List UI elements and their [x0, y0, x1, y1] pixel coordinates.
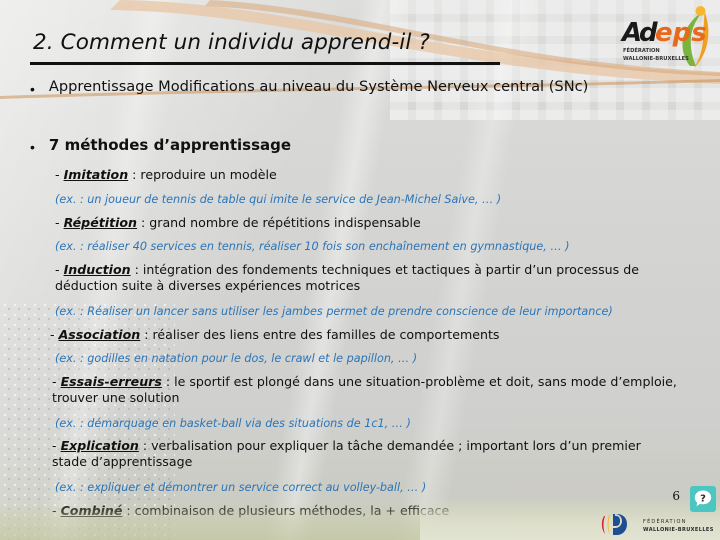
method-item-induction: - Induction : intégration des fondements… — [55, 262, 680, 294]
bullet-marker-icon: • — [30, 139, 35, 155]
method-example-association: (ex. : godilles en natation pour le dos,… — [55, 352, 418, 365]
fwb-line-2: WALLONIE-BRUXELLES — [643, 527, 714, 533]
bullet-marker-icon: • — [30, 81, 35, 97]
method-example-essais-erreurs: (ex. : démarquage en basket-ball via des… — [55, 417, 411, 430]
method-item-explication: - Explication : verbalisation pour expli… — [52, 438, 677, 470]
slide-canvas: A d eps FÉDÉRATION WALLONIE-BRUXELLES 2.… — [0, 0, 720, 540]
method-item-imitation: - Imitation : reproduire un modèle — [55, 167, 675, 183]
method-dash: - — [52, 438, 61, 453]
bullet-item-1: • Apprentissage Modifications au niveau … — [30, 78, 588, 96]
method-name-induction: Induction — [63, 262, 131, 277]
method-dash: - — [55, 215, 64, 230]
method-dash: - — [50, 327, 59, 342]
method-description: : réaliser des liens entre des familles … — [140, 327, 500, 342]
method-item-essais-erreurs: - Essais-erreurs : le sportif est plongé… — [52, 374, 680, 406]
bullet-text-1: Apprentissage Modifications au niveau du… — [48, 78, 589, 95]
method-description: : verbalisation pour expliquer la tâche … — [52, 438, 641, 470]
federation-wallonie-bruxelles-logo: FÉDÉRATION WALLONIE-BRUXELLES — [601, 514, 714, 535]
method-description: : grand nombre de répétitions indispensa… — [137, 215, 421, 230]
method-description: : reproduire un modèle — [128, 167, 277, 182]
fwb-line-1: FÉDÉRATION — [643, 517, 687, 525]
bullet-item-2: • 7 méthodes d’apprentissage — [30, 136, 291, 154]
method-name-repetition: Répétition — [63, 215, 138, 230]
method-item-association: - Association : réaliser des liens entre… — [50, 327, 675, 343]
method-name-combine: Combiné — [60, 503, 123, 518]
slide-content: • Apprentissage Modifications au niveau … — [0, 0, 720, 540]
question-mark-speech-bubble-icon: ? — [694, 490, 712, 507]
help-button[interactable]: ? — [690, 486, 716, 512]
method-name-association: Association — [58, 327, 141, 342]
method-dash: - — [52, 374, 61, 389]
svg-text:?: ? — [700, 493, 706, 504]
method-description: : intégration des fondements techniques … — [55, 262, 639, 294]
method-dash: - — [55, 167, 64, 182]
method-dash: - — [55, 262, 64, 277]
bullet-text-2: 7 méthodes d’apprentissage — [48, 136, 292, 154]
method-example-imitation: (ex. : un joueur de tennis de table qui … — [55, 193, 502, 206]
method-item-repetition: - Répétition : grand nombre de répétitio… — [55, 215, 675, 231]
method-name-explication: Explication — [60, 438, 139, 453]
page-number: 6 — [672, 489, 680, 503]
method-example-explication: (ex. : expliquer et démontrer un service… — [55, 481, 427, 494]
method-example-induction: (ex. : Réaliser un lancer sans utiliser … — [55, 305, 613, 318]
method-name-essais-erreurs: Essais-erreurs — [60, 374, 162, 389]
method-dash: - — [52, 503, 61, 518]
method-name-imitation: Imitation — [63, 167, 129, 182]
method-item-combine: - Combiné : combinaison de plusieurs mét… — [52, 503, 677, 519]
method-example-repetition: (ex. : réaliser 40 services en tennis, r… — [55, 240, 570, 253]
method-description: : combinaison de plusieurs méthodes, la … — [122, 503, 450, 518]
